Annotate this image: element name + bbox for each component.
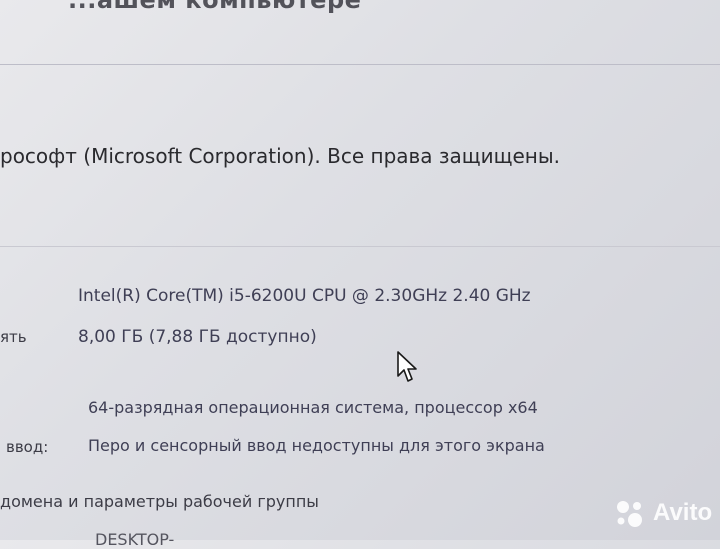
divider (0, 246, 720, 247)
avito-logo-icon (613, 498, 647, 528)
domain-section-title: домена и параметры рабочей группы (0, 492, 319, 511)
divider (0, 64, 720, 65)
ram-label: ять (0, 328, 27, 346)
copyright-text: рософт (Microsoft Corporation). Все прав… (0, 144, 561, 168)
avito-watermark: Avito (613, 498, 712, 528)
avito-watermark-text: Avito (653, 499, 713, 526)
mouse-pointer-icon (396, 350, 420, 388)
processor-value: Intel(R) Core(TM) i5-6200U CPU @ 2.30GHz… (78, 286, 531, 306)
page-title: ...ашем компьютере (68, 0, 362, 14)
pen-touch-value: Перо и сенсорный ввод недоступны для это… (88, 436, 545, 455)
ram-value: 8,00 ГБ (7,88 ГБ доступно) (78, 327, 317, 347)
system-type-value: 64-разрядная операционная система, проце… (88, 398, 538, 417)
pen-touch-label: ввод: (6, 438, 49, 456)
